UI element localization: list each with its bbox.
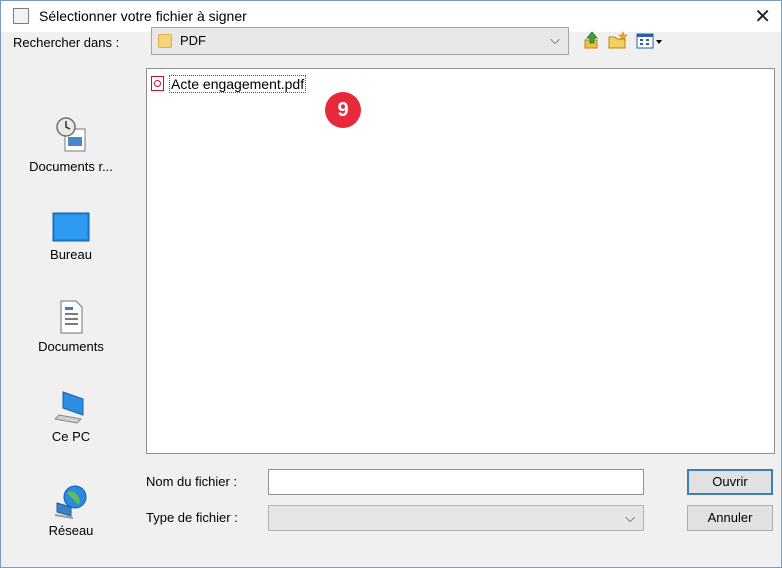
view-menu-icon[interactable] — [635, 30, 665, 52]
recent-documents-icon — [56, 117, 86, 152]
file-name[interactable]: Acte engagement.pdf — [169, 75, 307, 93]
documents-icon — [60, 300, 83, 334]
dialog-title: Sélectionner votre fichier à signer — [39, 8, 247, 24]
file-chooser-dialog: Sélectionner votre fichier à signer ✕ Re… — [0, 0, 782, 568]
step-badge: 9 — [325, 92, 361, 128]
look-in-label: Rechercher dans : — [13, 35, 120, 50]
place-network[interactable]: Réseau — [11, 483, 131, 538]
place-label-network: Réseau — [48, 523, 94, 538]
place-documents[interactable]: Documents — [11, 299, 131, 354]
up-one-level-icon[interactable] — [581, 30, 603, 52]
place-desktop[interactable]: Bureau — [11, 211, 131, 262]
chevron-down-icon[interactable]: ⌵ — [550, 32, 560, 48]
place-label-pc: Ce PC — [51, 429, 91, 444]
place-label-documents: Documents — [38, 339, 104, 354]
filename-input[interactable] — [268, 469, 644, 495]
folder-icon — [158, 34, 172, 48]
cancel-button[interactable]: Annuler — [687, 505, 773, 531]
network-icon — [54, 485, 87, 519]
look-in-combobox[interactable]: PDF ⌵ — [151, 27, 569, 55]
place-recent-documents[interactable]: Documents r... — [11, 115, 131, 174]
filetype-label: Type de fichier : — [146, 510, 238, 525]
computer-icon — [53, 391, 84, 424]
file-list[interactable]: Acte engagement.pdf 9 — [146, 68, 775, 454]
chevron-down-icon[interactable]: ⌵ — [625, 510, 635, 526]
place-label-recent: Documents r... — [29, 159, 113, 174]
place-label-desktop: Bureau — [50, 247, 92, 262]
filename-label: Nom du fichier : — [146, 474, 238, 489]
open-button[interactable]: Ouvrir — [687, 469, 773, 495]
new-folder-icon[interactable] — [607, 30, 629, 52]
filetype-combobox[interactable]: ⌵ — [268, 505, 644, 531]
look-in-value: PDF — [180, 33, 206, 48]
place-this-pc[interactable]: Ce PC — [11, 389, 131, 444]
java-app-icon — [13, 8, 29, 24]
close-button[interactable]: ✕ — [754, 4, 771, 29]
desktop-icon — [52, 212, 90, 242]
pdf-file-icon — [151, 76, 164, 91]
places-sidebar: Documents r... Bureau Documents Ce PC Ré… — [11, 67, 131, 538]
